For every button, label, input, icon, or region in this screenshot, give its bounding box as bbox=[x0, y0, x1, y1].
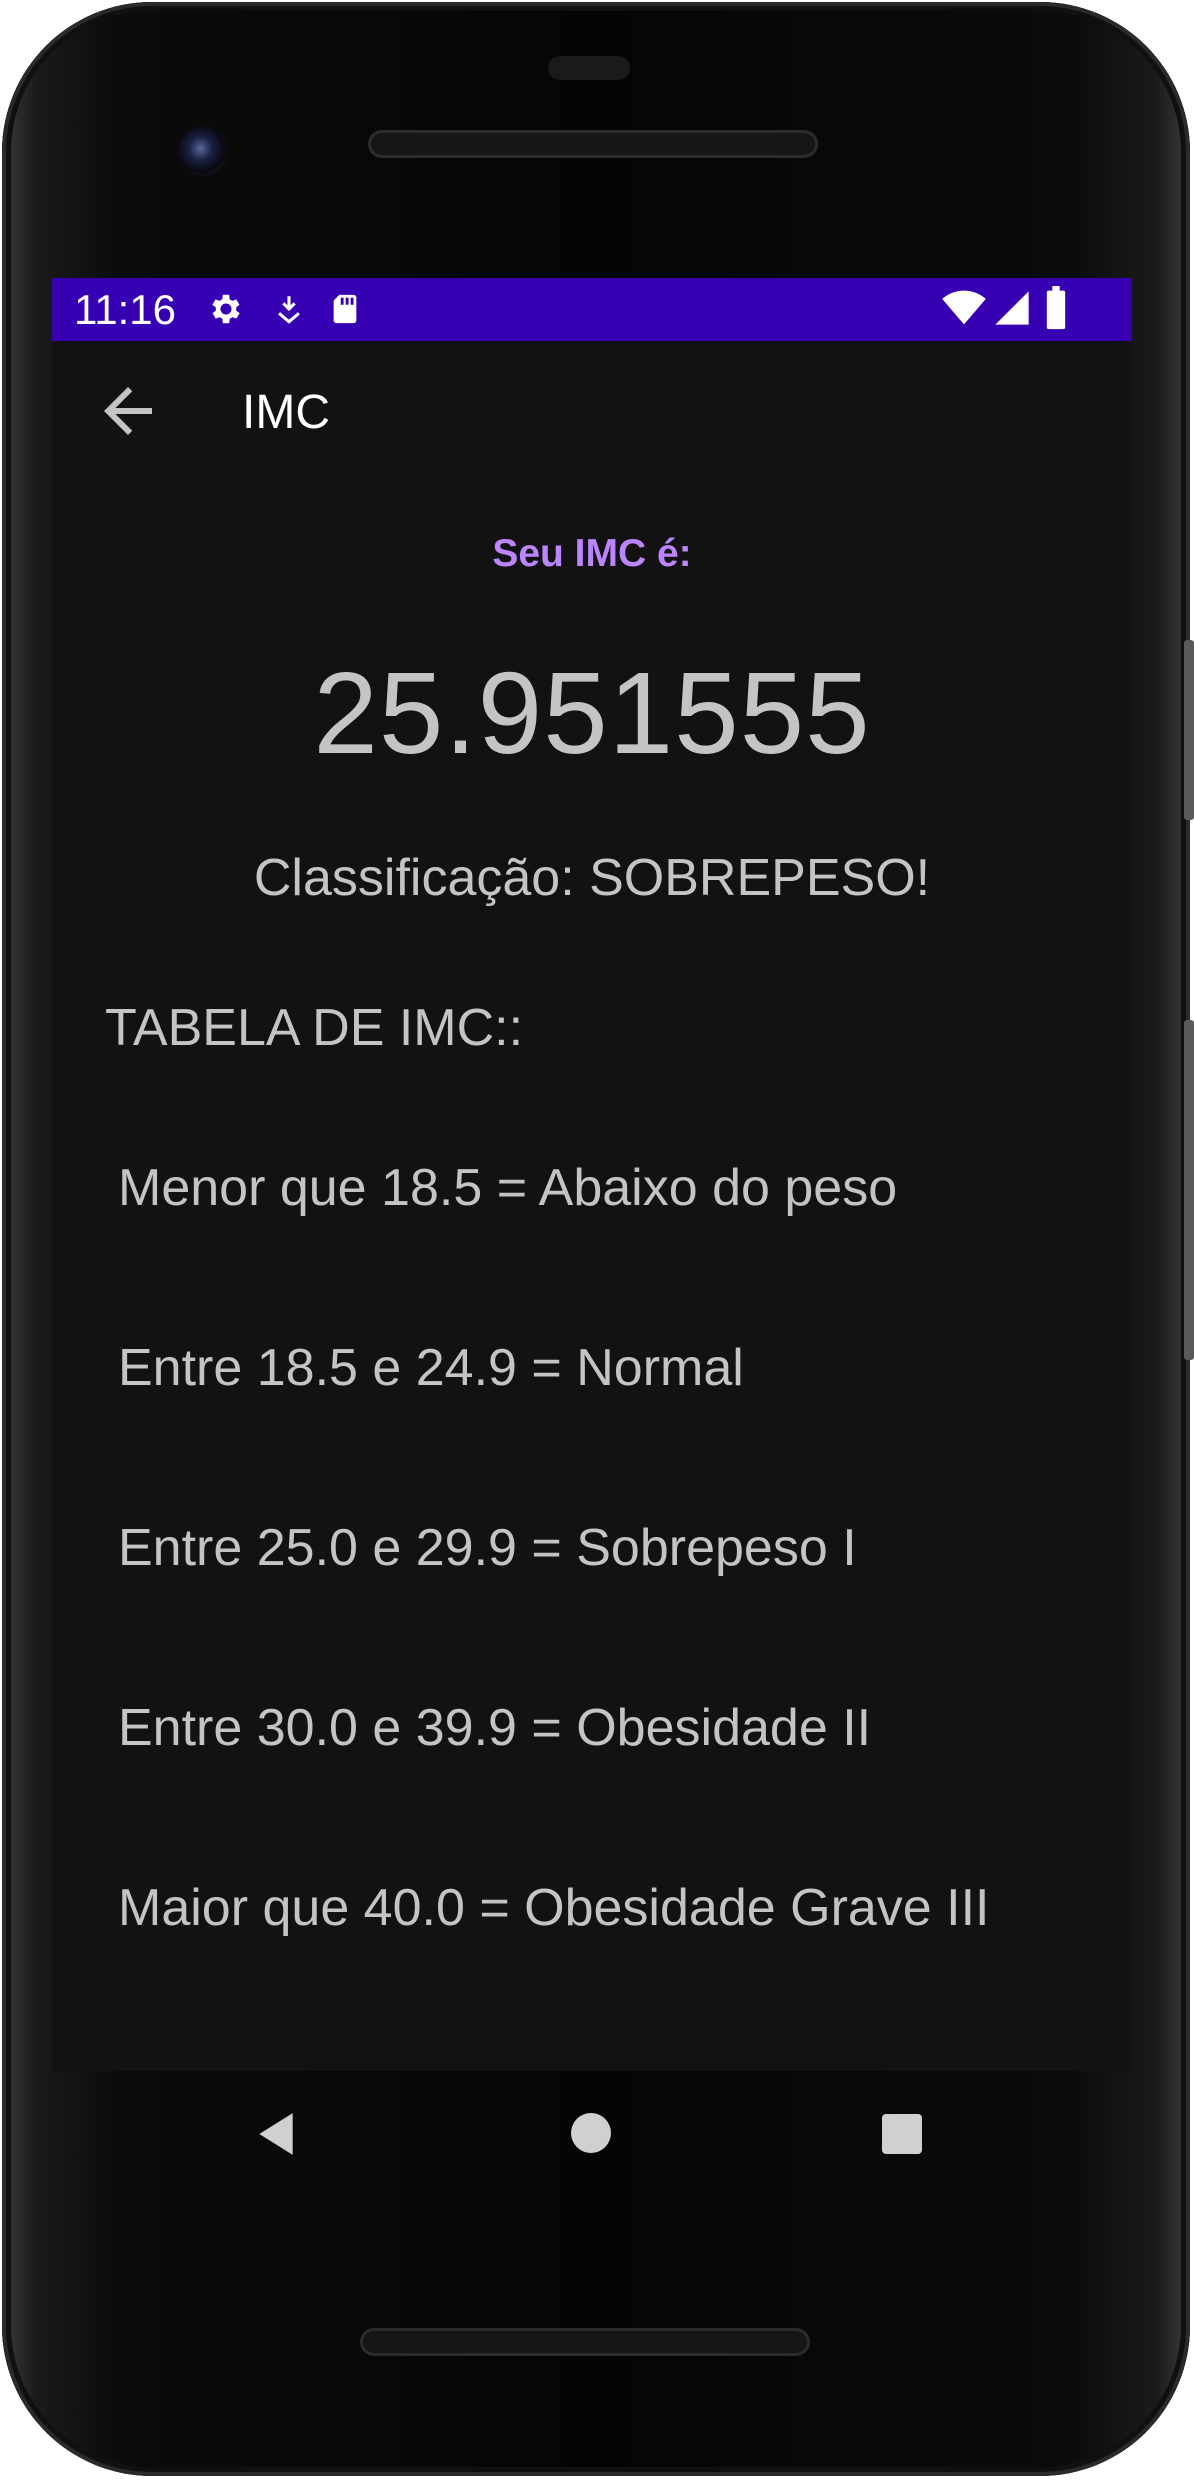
wifi-icon bbox=[942, 290, 986, 325]
front-camera bbox=[178, 126, 228, 176]
earpiece-speaker bbox=[368, 130, 818, 158]
table-row: Entre 25.0 e 29.9 = Sobrepeso I bbox=[118, 1519, 857, 1577]
status-time: 11:16 bbox=[74, 286, 176, 333]
table-row: Entre 18.5 e 24.9 = Normal bbox=[118, 1339, 744, 1397]
navigation-bar bbox=[0, 2071, 1194, 2201]
table-title: TABELA DE IMC:: bbox=[105, 999, 524, 1057]
table-row: Entre 30.0 e 39.9 = Obesidade II bbox=[118, 1699, 872, 1757]
status-bar: 11:16 bbox=[52, 278, 1132, 341]
app-title: IMC bbox=[242, 386, 330, 439]
download-icon bbox=[278, 296, 300, 324]
phone-frame: 11:16 IMC Seu IMC é: 25.951555 Classific… bbox=[0, 0, 1194, 2480]
app-bar: IMC bbox=[52, 341, 1132, 488]
battery-icon bbox=[1046, 286, 1066, 330]
proximity-sensor bbox=[548, 56, 630, 80]
signal-icon bbox=[995, 291, 1029, 325]
imc-value: 25.951555 bbox=[313, 648, 871, 778]
back-triangle-icon[interactable] bbox=[254, 2109, 298, 2159]
bottom-speaker bbox=[360, 2328, 810, 2356]
recents-square-icon[interactable] bbox=[882, 2114, 922, 2154]
volume-button bbox=[1184, 1020, 1194, 1360]
screen: 11:16 IMC Seu IMC é: 25.951555 Classific… bbox=[52, 278, 1132, 2071]
power-button bbox=[1184, 640, 1194, 820]
home-circle-icon[interactable] bbox=[571, 2113, 611, 2153]
sd-card-icon bbox=[333, 294, 357, 324]
back-button[interactable] bbox=[92, 375, 164, 447]
gear-icon bbox=[212, 294, 240, 324]
table-row: Menor que 18.5 = Abaixo do peso bbox=[118, 1159, 898, 1217]
table-row: Maior que 40.0 = Obesidade Grave III bbox=[118, 1879, 990, 1937]
imc-label: Seu IMC é: bbox=[492, 532, 692, 575]
arrow-back-icon bbox=[104, 387, 152, 435]
classification-text: Classificação: SOBREPESO! bbox=[253, 849, 931, 907]
